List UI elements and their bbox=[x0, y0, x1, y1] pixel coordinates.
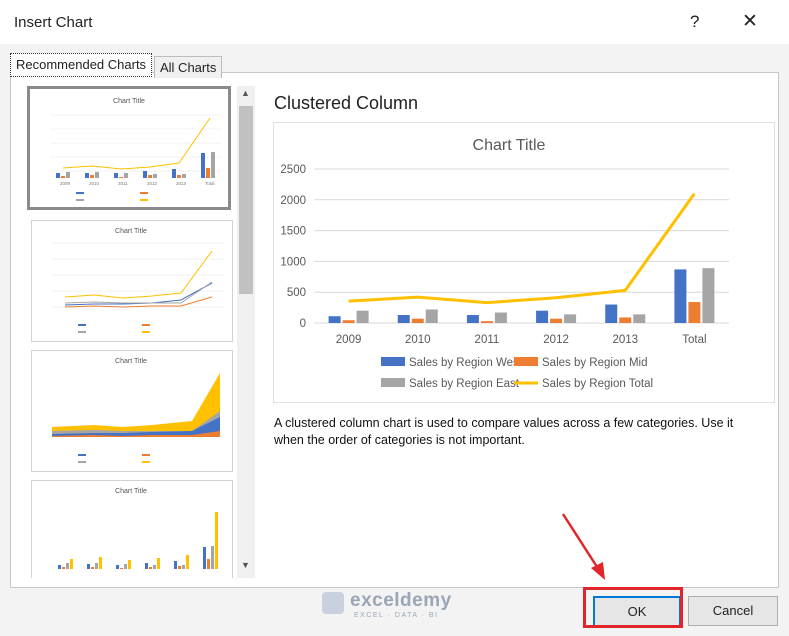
thumb-title: Chart Title bbox=[113, 98, 145, 105]
y-tick-label: 1500 bbox=[280, 226, 306, 238]
bar-sales-by-region-mid bbox=[550, 318, 563, 323]
preview-chart-type-title: Clustered Column bbox=[274, 93, 419, 113]
watermark-subtitle: EXCEL · DATA · BI bbox=[354, 612, 439, 619]
svg-text:2013: 2013 bbox=[176, 181, 187, 186]
y-tick-label: 2500 bbox=[280, 164, 306, 176]
thumbnail-line-chart[interactable]: Chart Title bbox=[31, 220, 233, 342]
bar-sales-by-region-east bbox=[702, 268, 715, 323]
bar-sales-by-region-mid bbox=[688, 302, 701, 323]
bar-sales-by-region-west bbox=[536, 310, 549, 323]
legend-swatch bbox=[381, 357, 405, 366]
cancel-button[interactable]: Cancel bbox=[688, 596, 778, 626]
x-tick-label: Total bbox=[682, 334, 706, 346]
thumbnail-clustered-column-line[interactable]: Chart Title 2009 2010 2011 2012 2013 Total bbox=[27, 86, 231, 210]
legend-swatch bbox=[514, 357, 538, 366]
bar-sales-by-region-east bbox=[425, 309, 438, 323]
legend-label: Sales by Region Total bbox=[542, 378, 653, 390]
svg-text:2009: 2009 bbox=[60, 181, 71, 186]
tab-recommended-charts[interactable]: Recommended Charts bbox=[10, 53, 153, 77]
thumb-title: Chart Title bbox=[115, 228, 147, 235]
bar-sales-by-region-mid bbox=[619, 317, 632, 323]
svg-text:2012: 2012 bbox=[147, 181, 158, 186]
x-tick-label: 2010 bbox=[405, 334, 431, 346]
ok-highlight-box bbox=[583, 587, 683, 628]
bar-sales-by-region-west bbox=[328, 316, 341, 323]
thumbnail-chart-3: Chart Title bbox=[52, 358, 220, 463]
bar-sales-by-region-mid bbox=[411, 318, 424, 323]
scrollbar-thumb[interactable] bbox=[239, 106, 253, 294]
scroll-down-icon[interactable]: ▼ bbox=[241, 560, 250, 570]
bar-sales-by-region-west bbox=[466, 314, 479, 323]
y-tick-label: 500 bbox=[287, 287, 306, 299]
thumbnail-chart-2: Chart Title bbox=[52, 228, 224, 333]
x-tick-label: 2009 bbox=[336, 334, 362, 346]
legend-swatch bbox=[381, 378, 405, 387]
thumbnail-scrollbar[interactable]: ▲ ▼ bbox=[237, 86, 255, 578]
x-tick-label: 2011 bbox=[475, 334, 500, 346]
title-bar: Insert Chart ? ✕ bbox=[0, 0, 789, 44]
bar-sales-by-region-east bbox=[494, 312, 507, 323]
bar-sales-by-region-mid bbox=[480, 321, 493, 323]
chart-svg: Chart Title 0 500 1000 1500 2000 2500 2009 201… bbox=[280, 137, 729, 390]
legend-label: Sales by Region Mid bbox=[542, 357, 647, 369]
exceldemy-logo-icon bbox=[322, 592, 344, 614]
legend-label: Sales by Region West bbox=[409, 357, 523, 369]
tab-all-charts[interactable]: All Charts bbox=[154, 56, 223, 78]
svg-text:2010: 2010 bbox=[89, 181, 100, 186]
y-tick-label: 1000 bbox=[280, 256, 306, 268]
thumbnail-area-chart[interactable]: Chart Title bbox=[31, 350, 233, 472]
x-tick-label: 2013 bbox=[612, 334, 638, 346]
watermark-name: exceldemy bbox=[350, 590, 452, 611]
y-tick-label: 0 bbox=[300, 318, 306, 330]
chart-description: A clustered column chart is used to comp… bbox=[274, 416, 734, 447]
line-sales-by-region-total bbox=[348, 192, 696, 305]
thumb-title: Chart Title bbox=[115, 358, 147, 365]
bar-sales-by-region-mid bbox=[342, 320, 355, 323]
thumbnail-chart-1: Chart Title 2009 2010 2011 2012 2013 Total bbox=[50, 98, 222, 201]
bar-sales-by-region-west bbox=[674, 269, 687, 323]
bar-sales-by-region-east bbox=[633, 314, 646, 323]
recommended-chart-list: Chart Title 2009 2010 2011 2012 2013 Total Ch… bbox=[27, 86, 237, 578]
x-tick-label: 2012 bbox=[543, 334, 569, 346]
dialog-title: Insert Chart bbox=[14, 14, 93, 31]
y-tick-label: 2000 bbox=[280, 195, 306, 207]
red-arrow-annotation bbox=[561, 513, 605, 580]
bar-sales-by-region-east bbox=[564, 314, 577, 323]
thumbnail-chart-4: Chart Title bbox=[58, 488, 218, 569]
bar-sales-by-region-east bbox=[356, 310, 369, 323]
thumb-title: Chart Title bbox=[115, 488, 147, 495]
scroll-up-icon[interactable]: ▲ bbox=[241, 88, 250, 98]
legend-label: Sales by Region East bbox=[409, 378, 520, 390]
bar-sales-by-region-west bbox=[605, 304, 618, 323]
bar-sales-by-region-west bbox=[397, 314, 410, 323]
svg-text:Total: Total bbox=[205, 181, 215, 186]
thumbnail-column-chart[interactable]: Chart Title bbox=[31, 480, 233, 578]
help-button[interactable]: ? bbox=[690, 12, 699, 32]
chart-preview: Chart Title 0 500 1000 1500 2000 2500 2009 201… bbox=[273, 122, 775, 403]
close-button[interactable]: ✕ bbox=[742, 10, 758, 33]
svg-text:2011: 2011 bbox=[118, 181, 128, 186]
chart-title: Chart Title bbox=[473, 137, 546, 154]
